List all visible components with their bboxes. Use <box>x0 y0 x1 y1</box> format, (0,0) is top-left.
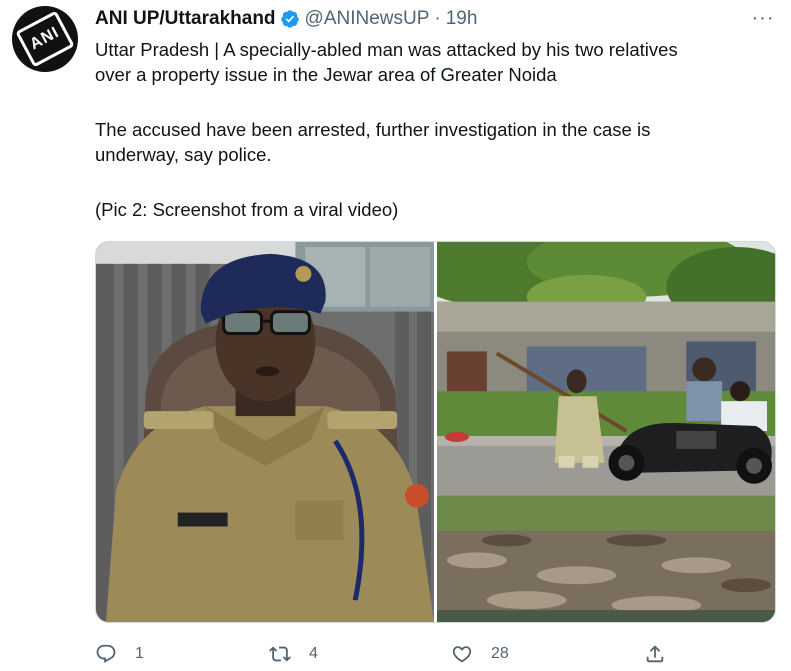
media-grid <box>95 241 776 623</box>
like-button[interactable]: 28 <box>451 640 509 668</box>
reply-count: 1 <box>135 645 144 662</box>
officer-photo <box>96 242 434 622</box>
retweet-count: 4 <box>309 645 318 662</box>
viral-video-screenshot <box>437 242 775 622</box>
tweet-text-line: over a property issue in the Jewar area … <box>95 64 557 85</box>
tweet-text-line: (Pic 2: Screenshot from a viral video) <box>95 199 399 220</box>
tweet-text-line: The accused have been arrested, further … <box>95 119 651 140</box>
media-image-officer[interactable] <box>96 242 434 622</box>
retweet-icon <box>269 646 291 662</box>
reply-button[interactable]: 1 <box>95 640 144 668</box>
tweet-text: Uttar Pradesh | A specially-abled man wa… <box>95 37 765 222</box>
separator-dot: · <box>434 8 441 29</box>
share-icon <box>646 645 664 663</box>
reply-icon <box>96 644 116 663</box>
media-image-viral-video[interactable] <box>437 242 775 622</box>
share-button[interactable] <box>644 640 666 668</box>
more-dots-icon[interactable]: ··· <box>748 6 778 30</box>
user-handle[interactable]: @ANINewsUP <box>305 8 430 30</box>
avatar-logo-text: ANI <box>27 23 63 54</box>
display-name[interactable]: ANI UP/Uttarakhand <box>95 8 276 30</box>
tweet-text-line: Uttar Pradesh | A specially-abled man wa… <box>95 39 678 60</box>
heart-icon <box>452 646 472 663</box>
tweet-text-line: underway, say police. <box>95 144 272 165</box>
like-count: 28 <box>491 645 509 662</box>
tweet-actions: 1 4 28 <box>95 640 695 668</box>
more-label: ··· <box>751 6 775 29</box>
tweet-header: ANI UP/Uttarakhand @ANINewsUP · 19h <box>95 8 477 30</box>
timestamp[interactable]: 19h <box>446 8 478 30</box>
verified-badge-icon <box>280 10 299 28</box>
ani-logo: ANI <box>15 10 75 68</box>
avatar[interactable]: ANI <box>12 6 78 72</box>
tweet-card[interactable]: ANI ANI UP/Uttarakhand @ANINewsUP · 19h … <box>0 0 791 671</box>
retweet-button[interactable]: 4 <box>269 640 318 668</box>
